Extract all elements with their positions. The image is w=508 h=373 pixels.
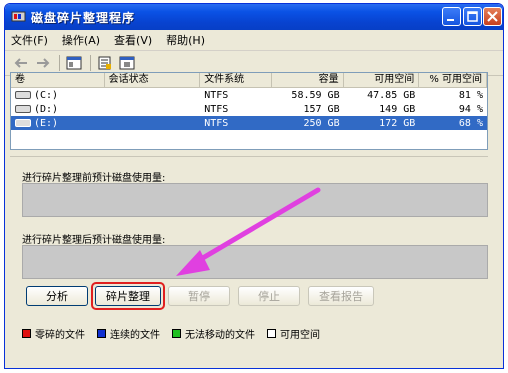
legend-label: 无法移动的文件 (185, 330, 255, 341)
file-system: NTFS (204, 89, 229, 101)
column-capacity[interactable]: 容量 (272, 73, 344, 87)
maximize-icon (467, 11, 478, 22)
legend-label: 零碎的文件 (35, 330, 85, 341)
column-session-state[interactable]: 会话状态 (105, 73, 201, 87)
capacity: 157 GB (303, 103, 340, 115)
column-free-space[interactable]: 可用空间 (344, 73, 420, 87)
after-usage-display (22, 245, 488, 279)
before-usage-display (22, 183, 488, 217)
fragmented-swatch (22, 329, 31, 338)
legend-unmovable: 无法移动的文件 (172, 326, 255, 341)
free-space-swatch (267, 329, 276, 338)
percent-free: 81 % (458, 89, 483, 101)
volume-row[interactable]: (D:) NTFS 157 GB 149 GB 94 % (11, 102, 487, 116)
title-bar[interactable]: 磁盘碎片整理程序 (5, 4, 503, 30)
legend-label: 连续的文件 (110, 330, 160, 341)
capacity: 58.59 GB (291, 89, 340, 101)
close-button[interactable] (483, 7, 502, 26)
minimize-icon (447, 19, 454, 21)
pause-button[interactable]: 暂停 (168, 286, 230, 306)
forward-arrow-icon (37, 58, 50, 68)
menu-help[interactable]: 帮助(H) (166, 32, 205, 48)
before-usage-label: 进行碎片整理前预计磁盘使用量: (22, 173, 166, 184)
toolbar-separator (59, 55, 60, 71)
back-arrow-icon (14, 58, 27, 68)
menu-action[interactable]: 操作(A) (62, 32, 100, 48)
help-icon (119, 56, 135, 70)
column-percent-free[interactable]: % 可用空间 (419, 73, 487, 87)
file-system: NTFS (204, 117, 229, 129)
free-space: 172 GB (379, 117, 416, 129)
volume-row[interactable]: (C:) NTFS 58.59 GB 47.85 GB 81 % (11, 88, 487, 102)
console-tree-button[interactable] (64, 54, 84, 72)
color-legend: 零碎的文件 连续的文件 无法移动的文件 可用空间 (22, 326, 332, 341)
maximize-button[interactable] (463, 7, 482, 26)
defragment-button[interactable]: 碎片整理 (95, 286, 161, 306)
free-space: 149 GB (379, 103, 416, 115)
stop-button[interactable]: 停止 (238, 286, 300, 306)
legend-contiguous: 连续的文件 (97, 326, 160, 341)
contiguous-swatch (97, 329, 106, 338)
drive-icon (15, 118, 31, 127)
column-file-system[interactable]: 文件系统 (200, 73, 272, 87)
minimize-button[interactable] (442, 7, 461, 26)
legend-fragmented: 零碎的文件 (22, 326, 85, 341)
view-report-button[interactable]: 查看报告 (308, 286, 374, 306)
column-volume[interactable]: 卷 (11, 73, 105, 87)
volume-name: (C:) (34, 89, 59, 101)
percent-free: 94 % (458, 103, 483, 115)
volume-name: (E:) (34, 117, 59, 129)
back-button[interactable] (11, 54, 31, 72)
percent-free: 68 % (458, 117, 483, 129)
help-button[interactable] (117, 54, 137, 72)
after-usage-label: 进行碎片整理后预计磁盘使用量: (22, 235, 166, 246)
window-title: 磁盘碎片整理程序 (31, 11, 136, 25)
toolbar-separator (90, 55, 91, 71)
properties-icon (98, 56, 111, 70)
drive-icon (15, 90, 31, 99)
legend-free-space: 可用空间 (267, 326, 320, 341)
volume-name: (D:) (34, 103, 59, 115)
forward-button[interactable] (33, 54, 53, 72)
menu-view[interactable]: 查看(V) (114, 32, 152, 48)
properties-button[interactable] (95, 54, 115, 72)
menu-file[interactable]: 文件(F) (11, 32, 48, 48)
file-system: NTFS (204, 103, 229, 115)
console-tree-icon (66, 56, 82, 70)
defrag-app-icon (11, 11, 26, 22)
volume-row[interactable]: (E:) NTFS 250 GB 172 GB 68 % (11, 116, 487, 130)
analyze-button[interactable]: 分析 (26, 286, 88, 306)
close-icon (487, 11, 498, 22)
unmovable-swatch (172, 329, 181, 338)
drive-icon (15, 104, 31, 113)
menu-bar: 文件(F) 操作(A) 查看(V) 帮助(H) (5, 30, 503, 51)
legend-label: 可用空间 (280, 330, 320, 341)
volume-list: 卷 会话状态 文件系统 容量 可用空间 % 可用空间 (C:) NTFS 58.… (10, 72, 488, 150)
capacity: 250 GB (303, 117, 340, 129)
list-header: 卷 会话状态 文件系统 容量 可用空间 % 可用空间 (11, 73, 487, 88)
free-space: 47.85 GB (367, 89, 416, 101)
